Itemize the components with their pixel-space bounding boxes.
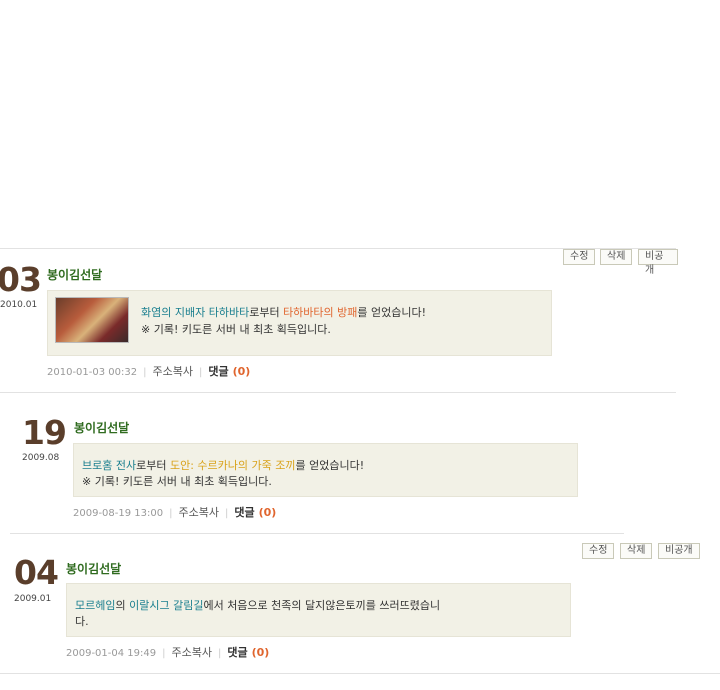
post-year-month: 2009.08	[22, 453, 60, 463]
post-year-month: 2009.01	[14, 594, 52, 604]
post-timestamp: 2009-01-04 19:49	[66, 648, 157, 659]
post-content-box: 화염의 지배자 타하바타로부터 타하바타의 방패를 얻었습니다! ※ 기록! 키…	[47, 290, 552, 356]
text: 의	[115, 599, 130, 612]
post-content-box: 모르헤임의 이랄시그 갈림길에서 처음으로 천족의 달지않은토끼를 쓰러뜨렸습니…	[66, 583, 571, 637]
post-year-month: 2010.01	[0, 300, 38, 310]
edit-button[interactable]: 수정	[563, 249, 596, 265]
delete-button[interactable]: 삭제	[600, 249, 633, 265]
post-meta: 2009-01-04 19:49 | 주소복사 | 댓글 (0)	[66, 644, 269, 660]
separator: |	[143, 367, 147, 378]
post-text-line-2: 다.	[75, 615, 89, 628]
npc-name-link[interactable]: 화염의 지배자 타하바타	[141, 306, 249, 319]
post-timestamp: 2010-01-03 00:32	[47, 367, 138, 378]
divider	[0, 673, 720, 674]
post-content-box: 브로홈 전사로부터 도안: 수르카나의 가죽 조끼를 얻었습니다! ※ 기록! …	[73, 443, 578, 497]
post-author[interactable]: 봉이김선달	[47, 266, 102, 283]
text: 로부터	[249, 306, 284, 319]
item-name-link[interactable]: 도안: 수르카나의 가죽 조끼	[170, 459, 296, 472]
post-day: 03	[0, 260, 42, 299]
text: 를 얻었습니다!	[295, 459, 365, 472]
private-button[interactable]: 비공개	[638, 249, 678, 276]
post-day: 04	[14, 553, 59, 592]
post-text-line-1: 모르헤임의 이랄시그 갈림길에서 처음으로 천족의 달지않은토끼를 쓰러뜨렸습니	[75, 597, 440, 613]
separator: |	[217, 648, 222, 659]
post-text-line-1: 화염의 지배자 타하바타로부터 타하바타의 방패를 얻었습니다!	[141, 304, 426, 320]
comment-count[interactable]: (0)	[233, 365, 251, 378]
comment-link[interactable]: 댓글	[208, 365, 228, 378]
divider	[10, 533, 624, 534]
post-3-actions: 수정 삭제 비공개	[582, 543, 704, 559]
post-text-line-2: ※ 기록! 키도른 서버 내 최초 획득입니다.	[141, 323, 331, 336]
separator: |	[198, 367, 203, 378]
divider	[0, 392, 676, 393]
comment-link[interactable]: 댓글	[227, 646, 247, 659]
post-text-line-2: ※ 기록! 키도른 서버 내 최초 획득입니다.	[82, 475, 272, 488]
separator: |	[162, 648, 166, 659]
copy-address-link[interactable]: 주소복사	[153, 365, 193, 378]
location-link[interactable]: 모르헤임	[75, 599, 115, 612]
comment-link[interactable]: 댓글	[234, 506, 254, 519]
edit-button[interactable]: 수정	[582, 543, 615, 559]
npc-name-link[interactable]: 브로홈 전사	[82, 459, 136, 472]
text: 로부터	[136, 459, 170, 472]
post-text-line-1: 브로홈 전사로부터 도안: 수르카나의 가죽 조끼를 얻었습니다!	[82, 457, 364, 473]
copy-address-link[interactable]: 주소복사	[172, 646, 212, 659]
separator: |	[169, 508, 173, 519]
copy-address-link[interactable]: 주소복사	[179, 506, 219, 519]
comment-count[interactable]: (0)	[252, 646, 270, 659]
location-link[interactable]: 이랄시그 갈림길	[129, 599, 203, 612]
item-thumbnail	[55, 297, 129, 343]
post-author[interactable]: 봉이김선달	[74, 419, 129, 436]
text: 를 얻었습니다!	[357, 306, 427, 319]
separator: |	[224, 508, 229, 519]
delete-button[interactable]: 삭제	[620, 543, 653, 559]
item-name-link[interactable]: 타하바타의 방패	[283, 306, 357, 319]
post-meta: 2010-01-03 00:32 | 주소복사 | 댓글 (0)	[47, 363, 250, 379]
text: 에서 처음으로 천족의 달지않은토끼를 쓰러뜨렸습니	[203, 599, 441, 612]
private-button[interactable]: 비공개	[658, 543, 700, 559]
post-timestamp: 2009-08-19 13:00	[73, 508, 164, 519]
comment-count[interactable]: (0)	[259, 506, 277, 519]
post-1-actions: 수정 삭제 비공개	[563, 249, 678, 276]
post-day: 19	[22, 413, 67, 452]
post-meta: 2009-08-19 13:00 | 주소복사 | 댓글 (0)	[73, 504, 276, 520]
post-author[interactable]: 봉이김선달	[66, 560, 121, 577]
